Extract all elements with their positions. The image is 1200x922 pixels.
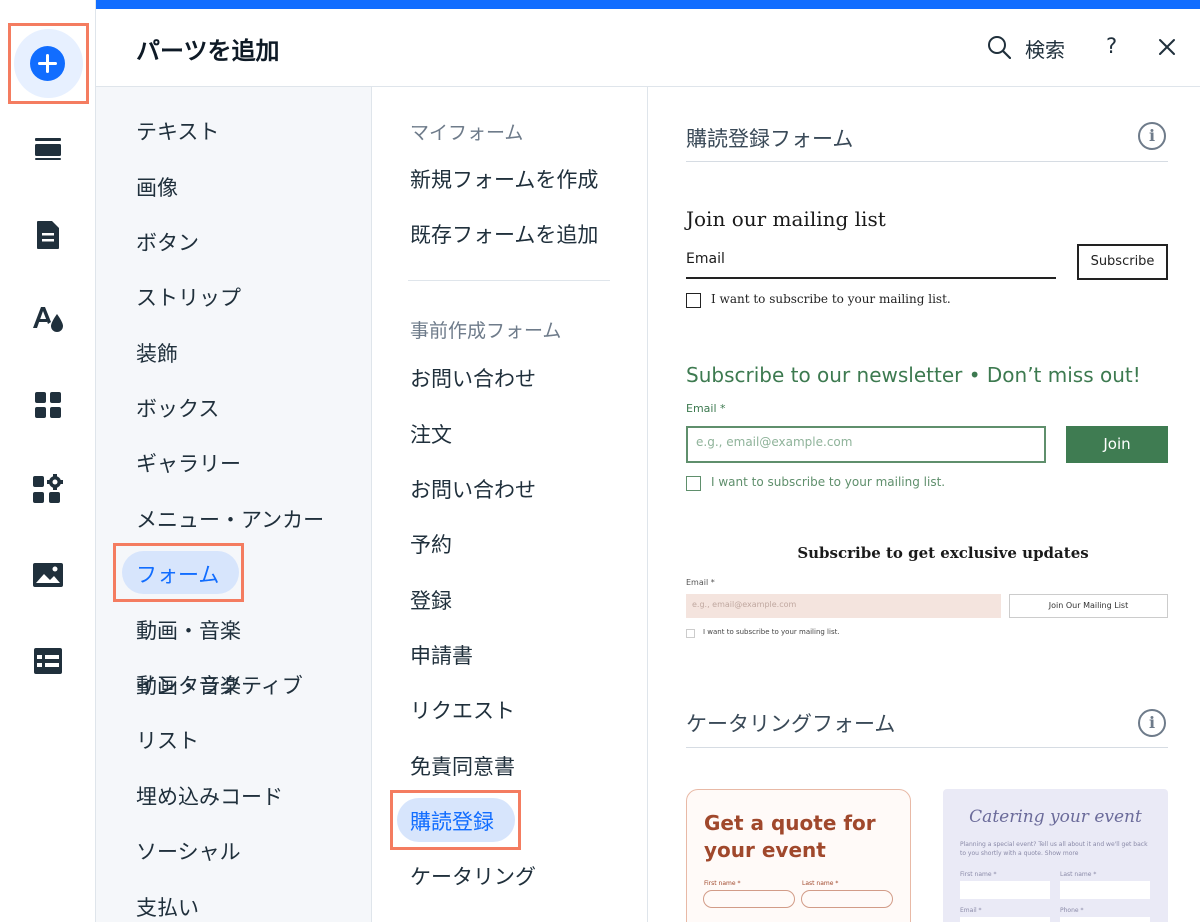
template1-checkbox[interactable] [686, 293, 701, 308]
pages-button[interactable] [23, 210, 73, 260]
template3-placeholder: e.g., email@example.com [692, 600, 797, 609]
form-request[interactable]: リクエスト [410, 695, 515, 725]
template1-title: Join our mailing list [686, 207, 886, 231]
template3-checkbox-label: I want to subscribe to your mailing list… [703, 628, 840, 636]
category-payments[interactable]: 支払い [136, 892, 199, 922]
category-video-music-label[interactable]: 動画・音楽 [136, 615, 241, 645]
template3-join-button[interactable]: Join Our Mailing List [1009, 594, 1168, 618]
subscription-section-title: 購読登録フォーム [686, 127, 854, 151]
form-waiver[interactable]: 免責同意書 [410, 751, 515, 781]
template2-checkbox[interactable] [686, 476, 701, 491]
cms-button[interactable] [23, 636, 73, 686]
form-contact[interactable]: お問い合わせ [410, 363, 536, 393]
media-icon [33, 563, 63, 587]
catering-section-title: ケータリングフォーム [686, 712, 896, 736]
add-existing-form[interactable]: 既存フォームを追加 [410, 219, 598, 249]
form-preview-panel: 購読登録フォーム i Join our mailing list Email S… [648, 87, 1200, 922]
left-rail [0, 0, 96, 922]
catering2-last-name-field [1060, 881, 1150, 899]
catering1-title: Get a quote for your event [704, 810, 876, 864]
info-icon[interactable]: i [1138, 709, 1166, 737]
form-catering[interactable]: ケータリング [410, 861, 536, 891]
apps-icon [35, 392, 61, 418]
table-icon [34, 648, 62, 674]
design-button[interactable] [23, 294, 73, 344]
form-order[interactable]: 注文 [410, 419, 452, 449]
catering2-phone-label: Phone * [1060, 907, 1084, 914]
search-button[interactable]: 検索 [1025, 34, 1065, 63]
create-new-form[interactable]: 新規フォームを作成 [410, 164, 598, 194]
category-image[interactable]: 画像 [136, 172, 178, 202]
info-icon[interactable]: i [1138, 122, 1166, 150]
catering2-title: Catering your event [969, 807, 1142, 827]
category-gallery[interactable]: ギャラリー [136, 448, 241, 478]
catering2-email-field [960, 917, 1050, 922]
template2-email-label: Email * [686, 402, 726, 415]
premade-forms-heading: 事前作成フォーム [410, 320, 562, 342]
strip-icon [35, 138, 61, 160]
my-forms-heading: マイフォーム [410, 122, 524, 144]
strip-button[interactable] [23, 124, 73, 174]
design-icon [33, 307, 63, 332]
catering2-last-name-label: Last name * [1060, 871, 1097, 878]
template3-email-label: Email * [686, 578, 715, 587]
form-application[interactable]: 申請書 [410, 640, 473, 670]
template2-placeholder: e.g., email@example.com [696, 435, 853, 449]
close-icon[interactable] [1156, 36, 1178, 58]
template1-email-underline [686, 277, 1056, 279]
category-button[interactable]: ボタン [136, 227, 199, 257]
template2-title: Subscribe to our newsletter • Don’t miss… [686, 363, 1141, 387]
form-contact-2[interactable]: お問い合わせ [410, 474, 536, 504]
catering1-last-name-label: Last name * [802, 880, 839, 887]
section-divider [686, 161, 1168, 162]
category-forms[interactable]: フォーム [136, 559, 219, 589]
catering1-title-line2: your event [704, 838, 826, 862]
category-decorative[interactable]: 装飾 [136, 338, 178, 368]
page-icon [37, 221, 59, 249]
category-box[interactable]: ボックス [136, 393, 219, 423]
category-embed-code[interactable]: 埋め込みコード [136, 781, 283, 811]
catering2-first-name-field [960, 881, 1050, 899]
business-apps-button[interactable] [23, 465, 73, 515]
category-list-item[interactable]: リスト [136, 725, 199, 755]
page-title: パーツを追加 [136, 37, 280, 65]
template1-checkbox-label: I want to subscribe to your mailing list… [711, 292, 951, 306]
form-registration[interactable]: 登録 [410, 585, 452, 615]
top-accent-bar [96, 0, 1200, 9]
category-text[interactable]: テキスト [136, 116, 219, 146]
catering1-last-name-field [801, 890, 893, 908]
template1-subscribe-button[interactable]: Subscribe [1077, 244, 1168, 280]
form-subscription[interactable]: 購読登録 [410, 806, 494, 836]
category-list: テキスト 画像 ボタン ストリップ 装飾 ボックス ギャラリー メニュー・アンカ… [96, 87, 372, 922]
form-booking[interactable]: 予約 [410, 529, 452, 559]
apps-button[interactable] [23, 380, 73, 430]
catering-template-2[interactable]: Catering your event Planning a special e… [943, 789, 1168, 922]
panel-header: パーツを追加 検索 ? [96, 9, 1200, 87]
divider [408, 280, 610, 281]
template3-title: Subscribe to get exclusive updates [797, 544, 1089, 562]
template2-checkbox-label: I want to subscribe to your mailing list… [711, 475, 946, 489]
help-button[interactable]: ? [1106, 34, 1117, 58]
search-icon[interactable] [987, 35, 1011, 59]
category-menu-anchor[interactable]: メニュー・アンカー [136, 504, 324, 534]
category-interactive[interactable]: インタラクティブ [136, 670, 303, 700]
template3-checkbox[interactable] [686, 629, 695, 638]
plugin-icon [33, 474, 63, 503]
category-strip[interactable]: ストリップ [136, 282, 241, 312]
template1-email-label: Email [686, 251, 725, 267]
section-divider [686, 747, 1168, 748]
catering2-phone-field [1060, 917, 1150, 922]
catering2-email-label: Email * [960, 907, 982, 914]
catering1-first-name-label: First name * [704, 880, 741, 887]
category-social[interactable]: ソーシャル [136, 836, 241, 866]
media-button[interactable] [23, 550, 73, 600]
catering1-title-line1: Get a quote for [704, 811, 876, 835]
catering2-description: Planning a special event? Tell us all ab… [960, 841, 1148, 857]
catering2-first-name-label: First name * [960, 871, 997, 878]
catering-template-1[interactable]: Get a quote for your event First name * … [686, 789, 911, 922]
catering1-first-name-field [703, 890, 795, 908]
add-icon[interactable] [30, 46, 65, 81]
template2-join-button[interactable]: Join [1066, 426, 1168, 463]
